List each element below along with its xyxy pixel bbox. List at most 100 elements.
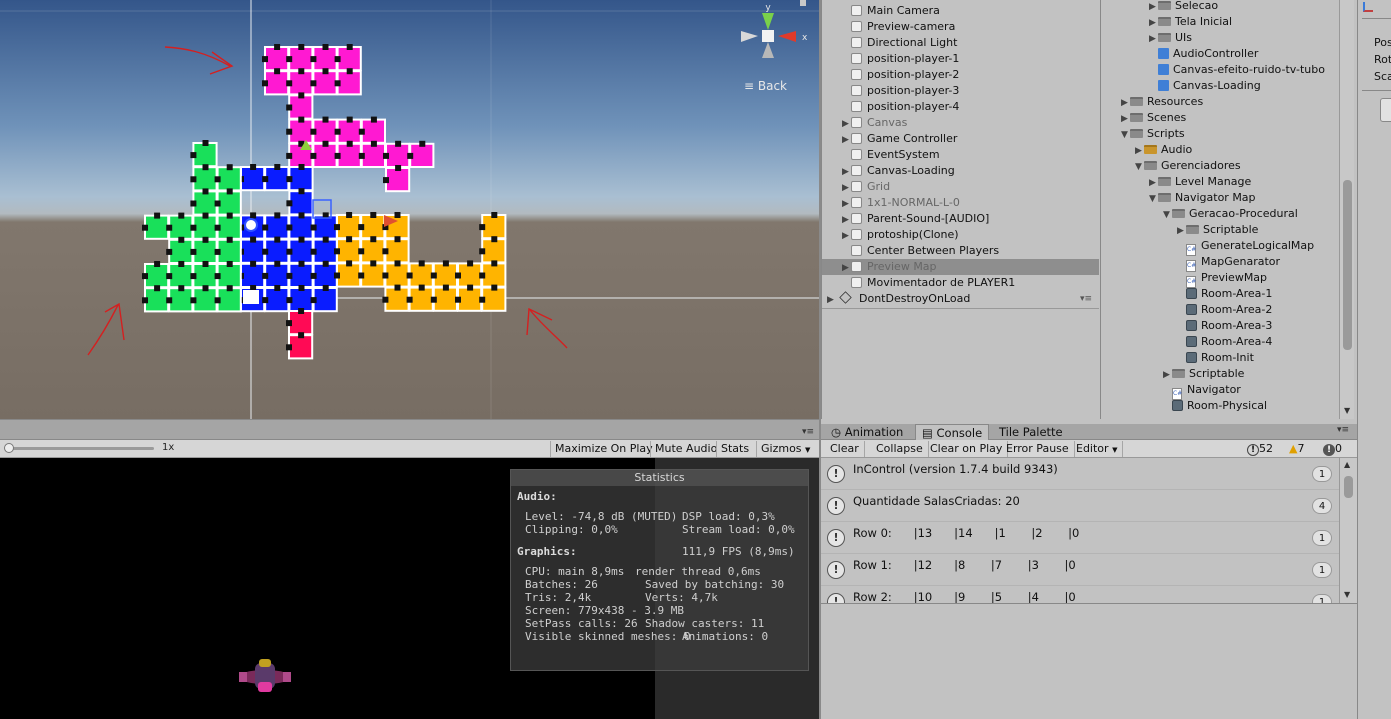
console-detail-pane[interactable]: [821, 603, 1357, 719]
fold-arrow-icon[interactable]: ▶: [1149, 15, 1158, 31]
project-item[interactable]: ▶ UIs: [1149, 30, 1192, 46]
hierarchy-item[interactable]: position-player-1: [822, 51, 1099, 67]
project-item[interactable]: Room-Physical: [1163, 398, 1267, 414]
hierarchy-item[interactable]: Main Camera: [822, 3, 1099, 19]
fold-arrow-icon[interactable]: ▶: [1149, 0, 1158, 15]
scrollbar-thumb[interactable]: [1343, 180, 1352, 350]
project-scrollbar[interactable]: ▼: [1339, 0, 1354, 419]
project-item[interactable]: Room-Area-2: [1177, 302, 1272, 318]
maximize-on-play-button[interactable]: Maximize On Play: [550, 441, 657, 457]
scroll-down-icon[interactable]: ▼: [1344, 590, 1350, 599]
fold-arrow-icon[interactable]: ▶: [1177, 223, 1186, 239]
add-component-button[interactable]: [1380, 98, 1391, 122]
hierarchy-item[interactable]: ▶ 1x1-NORMAL-L-0: [822, 195, 1099, 211]
panel-menu-icon[interactable]: ▾≡: [1337, 425, 1349, 435]
fold-arrow-icon[interactable]: ▶: [1163, 367, 1172, 383]
tab-tile-palette[interactable]: Tile Palette: [993, 424, 1069, 440]
error-pause-button[interactable]: Error Pause: [1001, 441, 1075, 457]
fold-open-icon[interactable]: ▼: [1163, 207, 1172, 223]
hierarchy-item[interactable]: Directional Light: [822, 35, 1099, 51]
gizmos-dropdown[interactable]: Gizmos ▼: [756, 441, 814, 457]
fold-arrow-icon[interactable]: ▶: [842, 164, 851, 180]
hierarchy-item[interactable]: Preview-camera: [822, 19, 1099, 35]
panel-menu-icon[interactable]: ▾≡: [802, 427, 814, 437]
hierarchy-item[interactable]: ▶ Grid: [822, 179, 1099, 195]
scrollbar-thumb[interactable]: [1344, 476, 1353, 498]
hierarchy-item[interactable]: ▶ Canvas: [822, 115, 1099, 131]
fold-arrow-icon[interactable]: ▶: [1149, 175, 1158, 191]
fold-arrow-icon[interactable]: ▶: [842, 228, 851, 244]
scene-view[interactable]: y x ≡ Back: [0, 0, 819, 419]
fold-arrow-icon[interactable]: ▶: [842, 196, 851, 212]
tab-animation[interactable]: ◷ Animation: [825, 424, 909, 440]
fold-arrow-icon[interactable]: ▶: [842, 180, 851, 196]
hierarchy-item[interactable]: ▶ Preview Map: [822, 259, 1099, 275]
log-entry[interactable]: ! Row 1: |12 |8 |7 |3 |0 1: [821, 554, 1339, 586]
scale-slider[interactable]: [4, 443, 154, 453]
fold-arrow-icon[interactable]: ▶: [1135, 143, 1144, 159]
project-item[interactable]: Canvas-Loading: [1149, 78, 1261, 94]
error-count-toggle[interactable]: ! 0: [1321, 441, 1344, 457]
project-item[interactable]: Room-Area-1: [1177, 286, 1272, 302]
log-entry[interactable]: ! Quantidade SalasCriadas: 20 4: [821, 490, 1339, 522]
hierarchy-item[interactable]: ▶ Parent-Sound-[AUDIO]: [822, 211, 1099, 227]
project-item[interactable]: C# Navigator: [1163, 382, 1241, 400]
project-item[interactable]: Canvas-efeito-ruido-tv-tubo: [1149, 62, 1325, 78]
log-entry[interactable]: ! Row 0: |13 |14 |1 |2 |0 1: [821, 522, 1339, 554]
fold-arrow-icon[interactable]: ▶: [1121, 95, 1130, 111]
hierarchy-item[interactable]: ▶ protoship(Clone): [822, 227, 1099, 243]
project-item[interactable]: ▶ Tela Inicial: [1149, 14, 1232, 30]
log-entry[interactable]: ! InControl (version 1.7.4 build 9343) 1: [821, 458, 1339, 490]
project-item[interactable]: ▼ Gerenciadores: [1135, 158, 1241, 174]
fold-arrow-icon[interactable]: ▶: [842, 116, 851, 132]
fold-arrow-icon[interactable]: ▶: [842, 212, 851, 228]
project-item[interactable]: Room-Area-3: [1177, 318, 1272, 334]
hierarchy-item[interactable]: EventSystem: [822, 147, 1099, 163]
scroll-down-icon[interactable]: ▼: [1344, 406, 1350, 415]
menu-icon[interactable]: ▾≡: [1080, 291, 1092, 307]
project-item[interactable]: ▼ Geracao-Procedural: [1163, 206, 1298, 222]
fold-arrow-icon[interactable]: ▶: [842, 132, 851, 148]
project-item[interactable]: Room-Init: [1177, 350, 1254, 366]
project-item[interactable]: ▶ Audio: [1135, 142, 1192, 158]
project-item[interactable]: ▼ Navigator Map: [1149, 190, 1256, 206]
warning-count-toggle[interactable]: ▲7: [1287, 441, 1306, 457]
hierarchy-item[interactable]: ▶ Game Controller: [822, 131, 1099, 147]
log-count-toggle[interactable]: ! 52: [1245, 441, 1275, 457]
project-item[interactable]: ▶ Scenes: [1121, 110, 1186, 126]
project-item[interactable]: ▶ Scriptable: [1163, 366, 1244, 382]
hierarchy-item[interactable]: ▶ Canvas-Loading: [822, 163, 1099, 179]
project-item[interactable]: C# PreviewMap: [1177, 270, 1267, 288]
console-scrollbar[interactable]: ▲ ▼: [1339, 458, 1357, 603]
project-item[interactable]: ▶ Selecao: [1149, 0, 1218, 14]
project-item[interactable]: ▶ Scriptable: [1177, 222, 1258, 238]
project-item[interactable]: AudioController: [1149, 46, 1258, 62]
collapse-button[interactable]: Collapse: [871, 441, 929, 457]
project-item[interactable]: C# GenerateLogicalMap: [1177, 238, 1314, 256]
fold-arrow-icon[interactable]: ▶: [827, 292, 836, 308]
project-item[interactable]: ▼ Scripts: [1121, 126, 1185, 142]
fold-open-icon[interactable]: ▼: [1121, 127, 1130, 143]
log-entry[interactable]: ! Row 2: |10 |9 |5 |4 |0 1: [821, 586, 1339, 603]
project-item[interactable]: Room-Area-4: [1177, 334, 1272, 350]
fold-open-icon[interactable]: ▼: [1149, 191, 1158, 207]
editor-dropdown[interactable]: Editor ▼: [1071, 441, 1124, 457]
orientation-gizmo[interactable]: [741, 0, 806, 58]
clear-on-play-button[interactable]: Clear on Play: [925, 441, 1009, 457]
hierarchy-item[interactable]: position-player-2: [822, 67, 1099, 83]
project-item[interactable]: C# MapGenarator: [1177, 254, 1280, 272]
clear-button[interactable]: Clear: [825, 441, 865, 457]
mute-audio-button[interactable]: Mute Audio: [650, 441, 721, 457]
fold-arrow-icon[interactable]: ▶: [1149, 31, 1158, 47]
hierarchy-item[interactable]: position-player-4: [822, 99, 1099, 115]
scale-slider-thumb[interactable]: [4, 443, 14, 453]
fold-arrow-icon[interactable]: ▶: [1121, 111, 1130, 127]
tab-console[interactable]: ▤ Console: [915, 424, 990, 440]
stats-button[interactable]: Stats: [716, 441, 753, 457]
project-item[interactable]: ▶ Resources: [1121, 94, 1203, 110]
scene-gizmo-back[interactable]: ≡ Back: [744, 79, 787, 93]
hierarchy-item[interactable]: position-player-3: [822, 83, 1099, 99]
scroll-up-icon[interactable]: ▲: [1344, 460, 1350, 469]
scene-root-dontdestroyonload[interactable]: ▶ DontDestroyOnLoad ▾≡: [822, 291, 1099, 307]
fold-open-icon[interactable]: ▼: [1135, 159, 1144, 175]
